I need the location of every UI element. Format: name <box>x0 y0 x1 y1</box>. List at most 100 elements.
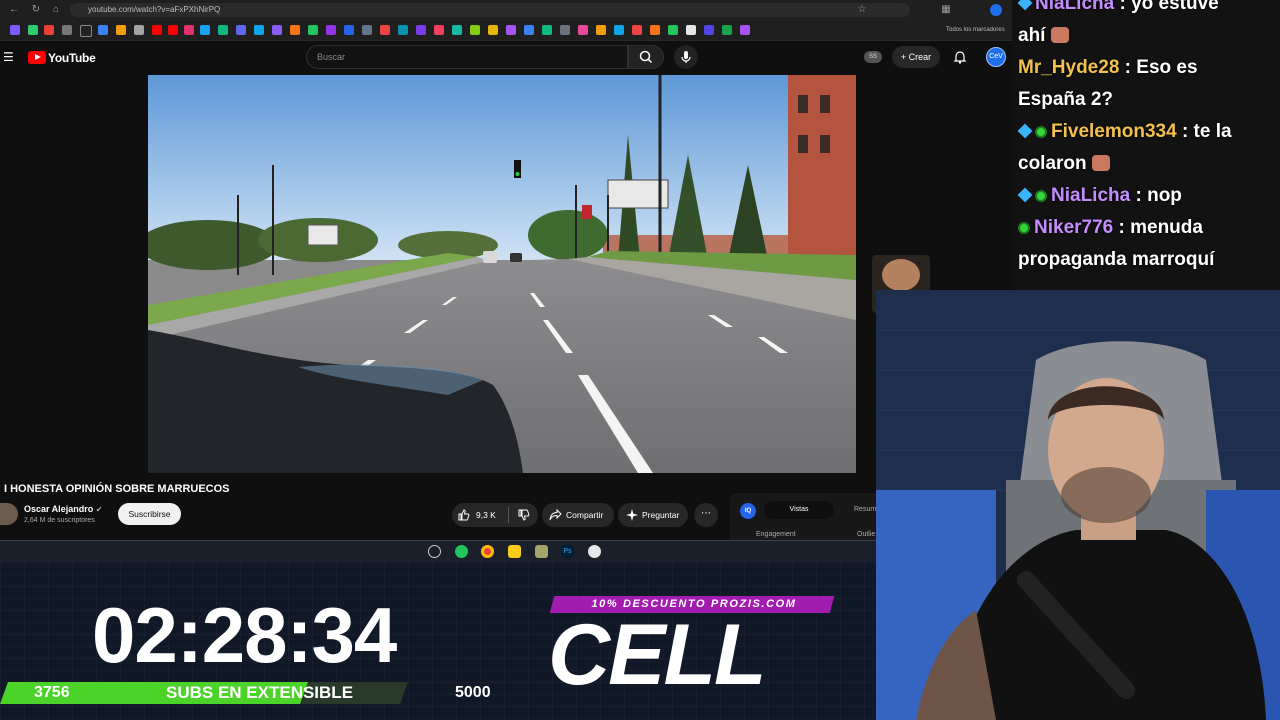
bookmark-icon[interactable] <box>326 25 336 35</box>
create-button[interactable]: + Crear <box>892 46 940 68</box>
bookmark-icon[interactable] <box>98 25 108 35</box>
like-dislike-group: 9,3 K <box>452 503 538 527</box>
bookmark-icon[interactable] <box>578 25 588 35</box>
bookmark-icon[interactable] <box>10 25 20 35</box>
bookmark-icon[interactable] <box>62 25 72 35</box>
engagement-label: Engagement <box>756 531 796 538</box>
bookmark-icon[interactable] <box>740 25 750 35</box>
bookmarks-bar: Todos los marcadores <box>0 20 1012 41</box>
chat-username[interactable]: Niker776 <box>1034 217 1113 238</box>
bookmark-icon[interactable] <box>722 25 732 35</box>
url-field[interactable]: youtube.com/watch?v=aFxPXhNirPQ <box>70 3 910 17</box>
bookmark-icon[interactable] <box>596 25 606 35</box>
chat-username[interactable]: NiaLicha <box>1051 185 1130 206</box>
chat-username[interactable]: NiaLicha <box>1035 0 1114 14</box>
share-button[interactable]: Compartir <box>542 503 614 527</box>
like-divider <box>508 507 509 523</box>
tab-vistas[interactable]: Vistas <box>764 501 834 519</box>
star-icon[interactable]: ☆ <box>856 4 868 16</box>
cube-badge-icon <box>1017 0 1033 11</box>
video-player[interactable] <box>148 75 856 473</box>
thumbs-down-icon <box>518 509 530 521</box>
bookmark-icon[interactable] <box>290 25 300 35</box>
bookmark-icon[interactable] <box>416 25 426 35</box>
laughing-face-icon <box>882 259 920 291</box>
channel-avatar[interactable] <box>0 503 18 525</box>
back-icon[interactable]: ← <box>8 4 20 16</box>
bookmark-icon[interactable] <box>650 25 660 35</box>
like-button[interactable]: 9,3 K <box>452 503 508 527</box>
bookmark-icon[interactable] <box>116 25 126 35</box>
subs-current-count: 3756 <box>34 684 70 701</box>
chat-message-continued: España 2? <box>1018 84 1113 115</box>
bookmark-icon[interactable] <box>668 25 678 35</box>
bookmark-icon[interactable] <box>200 25 210 35</box>
photoshop-icon[interactable]: Ps <box>561 545 574 558</box>
search-button[interactable] <box>628 45 664 69</box>
file-explorer-icon[interactable] <box>508 545 521 558</box>
extensions-icon[interactable]: ▦ <box>940 4 952 16</box>
app-icon[interactable] <box>455 545 468 558</box>
youtube-wordmark[interactable]: YouTube <box>48 51 96 65</box>
chat-message: Fivelemon334 : te la <box>1017 116 1232 147</box>
iq-extension-icon[interactable]: IQ <box>740 503 756 519</box>
channel-name[interactable]: Oscar Alejandro ✔ <box>24 504 102 515</box>
youtube-logo-icon[interactable] <box>28 51 46 64</box>
bookmark-icon[interactable] <box>434 25 444 35</box>
bookmark-icon[interactable] <box>254 25 264 35</box>
notifications-bell-icon[interactable] <box>952 49 968 65</box>
bookmark-icon[interactable] <box>506 25 516 35</box>
menu-icon[interactable]: ☰ <box>3 51 14 63</box>
ss-badge[interactable]: SS <box>864 51 882 63</box>
bookmark-icon[interactable] <box>168 25 178 35</box>
bookmark-icon[interactable] <box>542 25 552 35</box>
home-icon[interactable]: ⌂ <box>50 4 62 16</box>
reload-icon[interactable]: ↻ <box>30 4 42 16</box>
voice-search-button[interactable] <box>674 45 698 69</box>
bookmark-icon[interactable] <box>470 25 480 35</box>
bookmark-icon[interactable] <box>272 25 282 35</box>
bookmark-icon[interactable] <box>488 25 498 35</box>
verified-icon: ✔ <box>95 505 103 514</box>
bookmark-icon[interactable] <box>184 25 194 35</box>
bookmark-icon[interactable] <box>28 25 38 35</box>
bookmark-icon[interactable] <box>362 25 372 35</box>
bookmark-icon[interactable] <box>704 25 714 35</box>
bookmark-icon[interactable] <box>344 25 354 35</box>
bookmark-icon[interactable] <box>560 25 570 35</box>
chat-text: propaganda marroquí <box>1018 249 1215 270</box>
ask-button[interactable]: Preguntar <box>618 503 688 527</box>
bookmark-icon[interactable] <box>152 25 162 35</box>
app-icon[interactable] <box>535 545 548 558</box>
bookmark-icon[interactable] <box>380 25 390 35</box>
bookmark-icon[interactable] <box>614 25 624 35</box>
bookmark-icon[interactable] <box>398 25 408 35</box>
all-bookmarks-link[interactable]: Todos los marcadores <box>946 24 1005 36</box>
start-icon[interactable] <box>428 545 441 558</box>
chat-text: : nop <box>1130 185 1182 206</box>
subscribe-button[interactable]: Suscribirse <box>118 503 181 525</box>
channel-subscriber-count: 2,64 M de suscriptores <box>24 517 95 524</box>
bookmark-icon[interactable] <box>524 25 534 35</box>
bookmark-icon[interactable] <box>218 25 228 35</box>
chat-username[interactable]: Fivelemon334 <box>1051 121 1177 142</box>
bookmark-icon[interactable] <box>686 25 696 35</box>
bookmark-icon[interactable] <box>452 25 462 35</box>
chat-username[interactable]: Mr_Hyde28 <box>1018 57 1119 78</box>
profile-icon[interactable] <box>990 4 1002 16</box>
search-input[interactable]: Buscar <box>306 45 628 69</box>
dislike-button[interactable] <box>512 503 538 527</box>
bookmark-icon[interactable] <box>80 25 92 37</box>
more-options-icon[interactable]: ⋯ <box>694 503 718 527</box>
chrome-icon[interactable] <box>481 545 494 558</box>
bookmark-icon[interactable] <box>44 25 54 35</box>
bookmark-icon[interactable] <box>632 25 642 35</box>
bookmark-icon[interactable] <box>236 25 246 35</box>
tab-resumen[interactable]: Resum <box>854 501 876 519</box>
bookmark-icon[interactable] <box>308 25 318 35</box>
create-label: Crear <box>908 52 932 62</box>
bookmark-icon[interactable] <box>134 25 144 35</box>
app-icon[interactable] <box>588 545 601 558</box>
thumbs-up-icon <box>458 509 470 521</box>
account-avatar[interactable]: CeV <box>986 47 1006 67</box>
